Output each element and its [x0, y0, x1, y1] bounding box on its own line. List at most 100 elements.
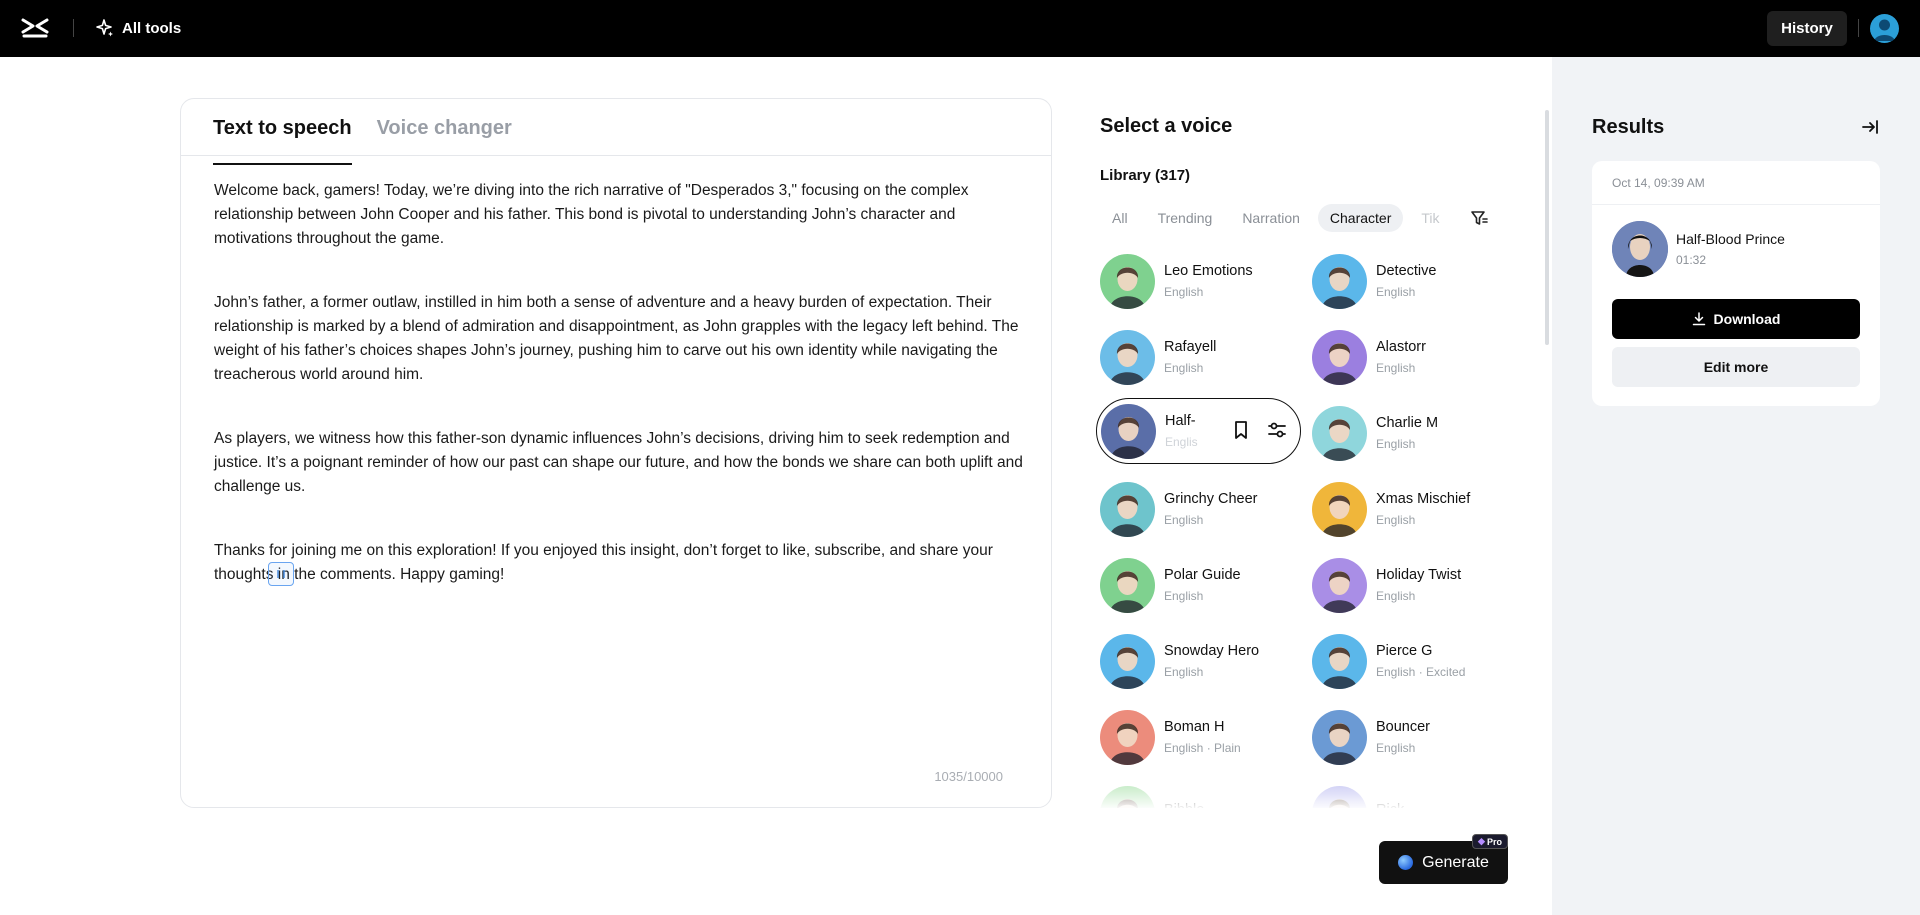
- voice-language: English: [1376, 361, 1416, 375]
- voice-portrait-icon: [1110, 570, 1145, 613]
- voice-portrait-icon: [1322, 646, 1357, 689]
- filter-character[interactable]: Character: [1317, 204, 1404, 232]
- voice-meta: Rick: [1376, 802, 1404, 808]
- voice-item[interactable]: Xmas Mischief English: [1308, 476, 1513, 542]
- adjust-settings-icon[interactable]: [1266, 419, 1288, 441]
- select-voice-heading: Select a voice: [1100, 115, 1233, 137]
- voice-item[interactable]: Grinchy Cheer English: [1096, 476, 1301, 542]
- capcut-logo[interactable]: [20, 16, 50, 40]
- voice-avatar: [1312, 633, 1367, 689]
- voice-meta: Snowday Hero English: [1164, 643, 1259, 679]
- voice-item[interactable]: Pierce G English · Excited: [1308, 628, 1513, 694]
- result-card: Oct 14, 09:39 AM Half-Blood Prince 01:32…: [1592, 161, 1880, 406]
- voice-filter-tabs: All Trending Narration Character Tik: [1100, 203, 1490, 233]
- voice-portrait-icon: [1612, 221, 1668, 277]
- tab-voice-changer[interactable]: Voice changer: [377, 117, 512, 155]
- pause-marker-icon: [277, 570, 285, 578]
- voice-item[interactable]: Alastorr English: [1308, 324, 1513, 390]
- voice-meta: Holiday Twist English: [1376, 567, 1461, 603]
- tab-text-to-speech[interactable]: Text to speech: [213, 117, 352, 165]
- voice-avatar: [1312, 253, 1367, 309]
- voice-item[interactable]: Half- Englis: [1096, 398, 1301, 464]
- download-label: Download: [1713, 311, 1781, 327]
- voice-avatar: [1312, 785, 1367, 808]
- result-voice-avatar[interactable]: [1612, 221, 1668, 277]
- scrollbar[interactable]: [1545, 110, 1549, 345]
- voice-name: Rafayell: [1164, 339, 1217, 355]
- user-avatar[interactable]: [1870, 14, 1899, 43]
- user-icon: [1874, 19, 1895, 41]
- collapse-panel-icon[interactable]: [1860, 117, 1880, 137]
- script-textarea[interactable]: Welcome back, gamers! Today, we’re divin…: [214, 179, 1024, 627]
- voice-item[interactable]: Rick: [1308, 780, 1513, 808]
- voice-meta: Detective English: [1376, 263, 1436, 299]
- voice-name: Alastorr: [1376, 339, 1426, 355]
- generate-icon: [1398, 855, 1414, 870]
- voice-actions: [1230, 419, 1288, 441]
- bookmark-icon[interactable]: [1230, 419, 1252, 441]
- download-button[interactable]: Download: [1612, 299, 1860, 339]
- voice-name: Detective: [1376, 263, 1437, 279]
- voice-portrait-icon: [1110, 722, 1145, 765]
- filter-all[interactable]: All: [1100, 204, 1140, 232]
- voice-portrait-icon: [1110, 266, 1145, 309]
- pro-badge: ◆ Pro: [1472, 834, 1508, 849]
- filter-icon[interactable]: [1469, 208, 1489, 228]
- voice-meta: Half- Englis: [1165, 413, 1198, 449]
- voice-item[interactable]: Leo Emotions English: [1096, 248, 1301, 314]
- voice-avatar: [1100, 253, 1155, 309]
- voice-meta: Rafayell English: [1164, 339, 1216, 375]
- voice-meta: Grinchy Cheer English: [1164, 491, 1257, 527]
- insert-pause-marker[interactable]: [268, 562, 294, 586]
- history-button[interactable]: History: [1767, 11, 1847, 46]
- voice-avatar: [1312, 405, 1367, 461]
- voice-avatar: [1100, 709, 1155, 765]
- voice-portrait-icon: [1322, 494, 1357, 537]
- voice-avatar: [1312, 709, 1367, 765]
- divider: [1858, 19, 1859, 37]
- sparkle-icon: [96, 19, 113, 37]
- voice-portrait-icon: [1322, 342, 1357, 385]
- voice-language: English: [1376, 285, 1416, 299]
- results-heading: Results: [1592, 116, 1665, 138]
- voice-portrait-icon: [1329, 798, 1350, 808]
- script-paragraph: John’s father, a former outlaw, instille…: [214, 294, 1019, 383]
- voice-meta: Xmas Mischief English: [1376, 491, 1470, 527]
- voice-portrait-icon: [1322, 418, 1357, 461]
- all-tools-button[interactable]: All tools: [96, 17, 181, 39]
- voice-item[interactable]: Polar Guide English: [1096, 552, 1301, 618]
- voice-language: English · Plain: [1164, 741, 1241, 755]
- voice-name: Leo Emotions: [1164, 263, 1253, 279]
- voice-name: Boman H: [1164, 719, 1225, 735]
- voice-item[interactable]: Bibble: [1096, 780, 1301, 808]
- edit-more-button[interactable]: Edit more: [1612, 347, 1860, 387]
- filter-tiktok[interactable]: Tik: [1409, 204, 1451, 232]
- voice-item[interactable]: Rafayell English: [1096, 324, 1301, 390]
- divider: [1592, 204, 1880, 205]
- diamond-icon: ◆: [1478, 836, 1485, 846]
- voice-meta: Leo Emotions English: [1164, 263, 1253, 299]
- filter-narration[interactable]: Narration: [1230, 204, 1312, 232]
- voice-item[interactable]: Holiday Twist English: [1308, 552, 1513, 618]
- voice-item[interactable]: Boman H English · Plain: [1096, 704, 1301, 770]
- voice-avatar: [1101, 403, 1156, 459]
- voice-item[interactable]: Charlie M English: [1308, 400, 1513, 466]
- voice-name: Snowday Hero: [1164, 643, 1260, 659]
- voice-item[interactable]: Detective English: [1308, 248, 1513, 314]
- filter-trending[interactable]: Trending: [1146, 204, 1225, 232]
- voice-item[interactable]: Snowday Hero English: [1096, 628, 1301, 694]
- voice-name: Rick: [1376, 802, 1404, 808]
- voice-portrait-icon: [1110, 494, 1145, 537]
- voice-list: Leo Emotions English Detective English Rafay…: [1096, 248, 1536, 808]
- voice-item[interactable]: Bouncer English: [1308, 704, 1513, 770]
- voice-language: English: [1376, 437, 1416, 451]
- voice-name: Bibble: [1164, 802, 1204, 808]
- script-paragraph: Thanks for joining me on this exploratio…: [214, 542, 993, 583]
- voice-name: Holiday Twist: [1376, 567, 1462, 583]
- voice-avatar: [1312, 557, 1367, 613]
- voice-name: Bouncer: [1376, 719, 1431, 735]
- voice-name: Pierce G: [1376, 643, 1433, 659]
- voice-name: Charlie M: [1376, 415, 1439, 431]
- download-icon: [1692, 312, 1705, 326]
- voice-language: English · Excited: [1376, 665, 1466, 679]
